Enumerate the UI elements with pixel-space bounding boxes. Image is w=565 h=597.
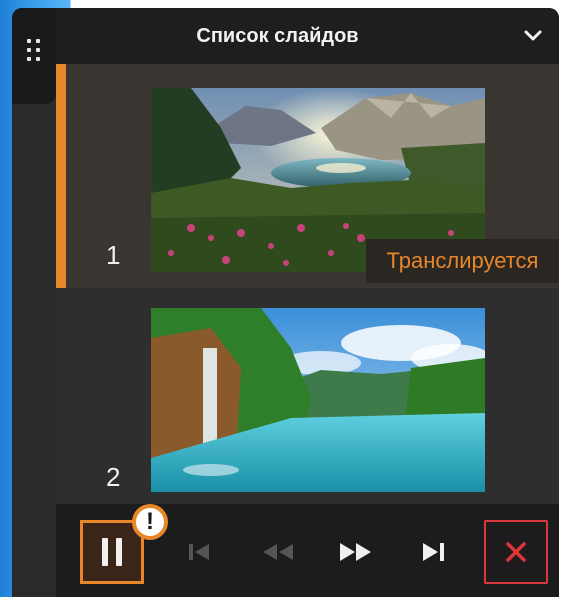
- alert-icon: !: [132, 504, 168, 540]
- active-slide-marker: [56, 64, 66, 288]
- slide-item-1[interactable]: 1 Транслируется: [56, 64, 559, 288]
- slide-number: 1: [106, 240, 121, 270]
- panel-header: Список слайдов: [12, 8, 559, 64]
- pause-icon: [102, 538, 122, 566]
- slide-item-2[interactable]: 2: [56, 288, 559, 504]
- slide-number: 2: [106, 462, 121, 492]
- close-button[interactable]: [484, 520, 548, 584]
- slide-thumbnail-waterfall: [151, 308, 485, 492]
- chevron-down-icon[interactable]: [521, 24, 545, 48]
- broadcast-status-label: Транслируется: [366, 239, 559, 283]
- panel-title: Список слайдов: [196, 25, 359, 47]
- grip-dots-icon: [27, 39, 40, 61]
- skip-to-start-icon: [189, 544, 209, 560]
- fast-forward-icon: [340, 543, 371, 561]
- playback-controls: !: [56, 504, 559, 597]
- slide-list-panel: Список слайдов 1 Транслируется 2 !: [12, 8, 559, 597]
- rewind-button: [246, 520, 310, 584]
- drag-handle[interactable]: [12, 8, 56, 104]
- skip-to-end-icon: [423, 543, 444, 561]
- close-icon: [506, 542, 526, 562]
- last-slide-button[interactable]: [402, 520, 466, 584]
- slide-list[interactable]: 1 Транслируется 2: [56, 64, 559, 504]
- fast-forward-button[interactable]: [324, 520, 388, 584]
- first-slide-button: [168, 520, 232, 584]
- rewind-icon: [263, 544, 293, 560]
